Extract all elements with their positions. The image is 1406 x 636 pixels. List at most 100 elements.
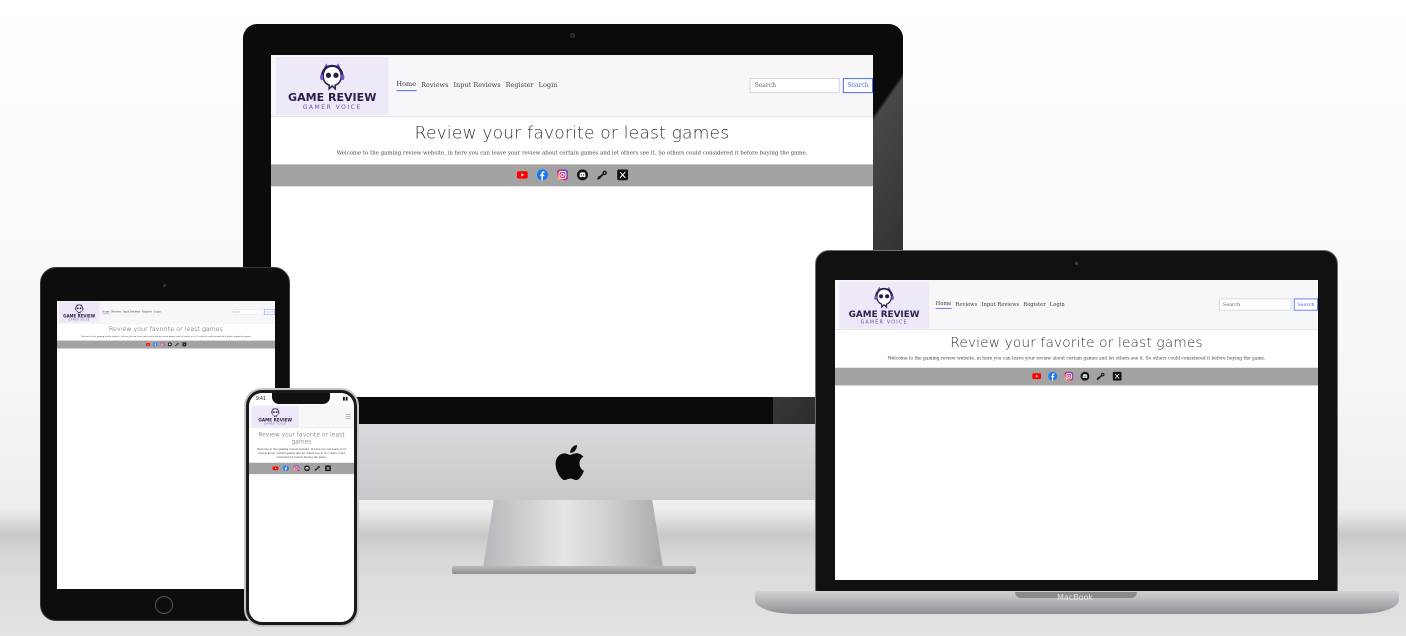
hero-heading: Review your favorite or least games (258, 431, 345, 445)
social-bar (57, 340, 275, 349)
hero-heading: Review your favorite or least games (109, 325, 223, 333)
logo-title: GAME REVIEW (258, 417, 293, 423)
x-icon[interactable] (324, 465, 331, 472)
search-input[interactable]: Search (1218, 298, 1292, 311)
hero-intro: Welcome to the gaming review website, in… (80, 335, 252, 338)
apple-logo-icon (555, 445, 584, 481)
site-phone: GAME REVIEW GAMER VOICE Review your favo… (249, 405, 354, 475)
search-button[interactable]: Search (264, 309, 275, 315)
youtube-icon[interactable] (516, 170, 528, 181)
nav-link-register[interactable]: Register (142, 310, 152, 314)
discord-icon[interactable] (303, 465, 310, 472)
nav-link-register[interactable]: Register (1023, 301, 1045, 309)
nav-link-reviews[interactable]: Reviews (955, 301, 977, 309)
tablet-home-button[interactable] (155, 596, 173, 614)
site-desktop: GAME REVIEW GAMER VOICE Home Reviews Input… (271, 55, 873, 187)
x-icon[interactable] (1112, 372, 1122, 381)
hero-intro: Welcome to the gaming review website, in… (887, 356, 1266, 362)
facebook-icon[interactable] (282, 465, 289, 472)
site-laptop: GAME REVIEW GAMER VOICE Home Reviews Input… (835, 280, 1318, 386)
site-logo[interactable]: GAME REVIEW GAMER VOICE (58, 301, 100, 323)
imac-stand (483, 500, 663, 568)
navbar: GAME REVIEW GAMER VOICE Home Reviews Input… (835, 280, 1318, 330)
instagram-icon[interactable] (160, 342, 165, 347)
nav-link-reviews[interactable]: Reviews (111, 310, 121, 314)
site-logo[interactable]: GAME REVIEW GAMER VOICE (251, 405, 299, 427)
discord-icon[interactable] (167, 342, 172, 347)
search-form: Search Search (1218, 298, 1318, 311)
phone-screen: GAME REVIEW GAMER VOICE Review your favo… (249, 393, 354, 622)
nav-link-login[interactable]: Login (1050, 301, 1065, 309)
nav-link-home[interactable]: Home (935, 300, 952, 309)
logo-title: GAME REVIEW (288, 90, 377, 104)
site-logo[interactable]: GAME REVIEW GAMER VOICE (839, 281, 930, 328)
imac-screen: GAME REVIEW GAMER VOICE Home Reviews Input… (271, 55, 873, 397)
nav-link-home[interactable]: Home (102, 310, 110, 315)
steam-icon[interactable] (596, 170, 608, 181)
x-icon[interactable] (182, 342, 187, 347)
hero-heading: Review your favorite or least games (414, 123, 730, 144)
hero-heading: Review your favorite or least games (950, 334, 1203, 351)
logo-subtitle: GAMER VOICE (68, 318, 90, 322)
ghost-logo-icon (320, 62, 345, 91)
laptop-label: MacBook (1056, 593, 1094, 602)
menu-toggle-icon[interactable] (345, 414, 351, 419)
laptop-screen: GAME REVIEW GAMER VOICE Home Reviews Input… (835, 280, 1318, 580)
youtube-icon[interactable] (272, 466, 279, 472)
phone-status-bar: 9:41 ▮▮ (256, 396, 348, 402)
x-icon[interactable] (616, 169, 628, 181)
nav-link-input-reviews[interactable]: Input Reviews (981, 301, 1019, 309)
site-tablet: GAME REVIEW GAMER VOICE Home Reviews Input… (57, 301, 275, 349)
discord-icon[interactable] (576, 169, 588, 181)
site-logo[interactable]: GAME REVIEW GAMER VOICE (276, 56, 389, 115)
nav-links: Home Reviews Input Reviews Register Login (102, 310, 161, 315)
social-bar (271, 164, 873, 187)
ghost-logo-icon (874, 286, 894, 309)
youtube-icon[interactable] (145, 343, 150, 347)
youtube-icon[interactable] (1031, 372, 1041, 381)
search-input[interactable]: Search (230, 309, 263, 315)
logo-subtitle: GAMER VOICE (264, 422, 287, 426)
search-button[interactable]: Search (842, 78, 873, 94)
instagram-icon[interactable] (556, 169, 568, 181)
facebook-icon[interactable] (536, 169, 548, 181)
instagram-icon[interactable] (1064, 372, 1073, 381)
facebook-icon[interactable] (153, 342, 158, 347)
search-form: Search Search (230, 309, 275, 315)
nav-link-input-reviews[interactable]: Input Reviews (453, 81, 500, 91)
steam-icon[interactable] (174, 343, 179, 347)
nav-links: Home Reviews Input Reviews Register Login (935, 300, 1065, 309)
tablet-screen: GAME REVIEW GAMER VOICE Home Reviews Input… (57, 301, 275, 589)
search-button[interactable]: Search (1293, 298, 1318, 311)
nav-link-login[interactable]: Login (154, 310, 161, 314)
navbar: GAME REVIEW GAMER VOICE Home Reviews Input… (57, 301, 275, 324)
logo-title: GAME REVIEW (63, 313, 96, 319)
search-form: Search Search (749, 78, 873, 94)
logo-title: GAME REVIEW (848, 308, 920, 320)
nav-link-home[interactable]: Home (396, 80, 417, 92)
logo-subtitle: GAMER VOICE (302, 103, 362, 111)
battery-icon: ▮▮ (342, 396, 348, 402)
logo-subtitle: GAMER VOICE (860, 319, 908, 325)
ghost-logo-icon (74, 303, 84, 314)
hero-intro: Welcome to the gaming review website, in… (256, 448, 347, 459)
discord-icon[interactable] (1080, 372, 1089, 381)
imac-foot (452, 566, 696, 574)
navbar: GAME REVIEW GAMER VOICE Home Reviews Input… (271, 55, 873, 118)
steam-icon[interactable] (1096, 372, 1105, 381)
social-bar (835, 367, 1318, 386)
tablet-camera (163, 284, 166, 287)
laptop-camera (1075, 262, 1078, 265)
nav-link-login[interactable]: Login (539, 81, 558, 91)
nav-link-reviews[interactable]: Reviews (421, 81, 448, 91)
steam-icon[interactable] (314, 466, 320, 472)
phone-time: 9:41 (256, 396, 266, 402)
nav-link-register[interactable]: Register (506, 81, 534, 91)
social-bar (249, 462, 354, 475)
instagram-icon[interactable] (293, 465, 300, 472)
facebook-icon[interactable] (1047, 372, 1057, 381)
search-input[interactable]: Search (749, 78, 840, 94)
nav-link-input-reviews[interactable]: Input Reviews (123, 310, 140, 314)
nav-links: Home Reviews Input Reviews Register Login (396, 80, 558, 92)
ghost-logo-icon (271, 407, 280, 418)
